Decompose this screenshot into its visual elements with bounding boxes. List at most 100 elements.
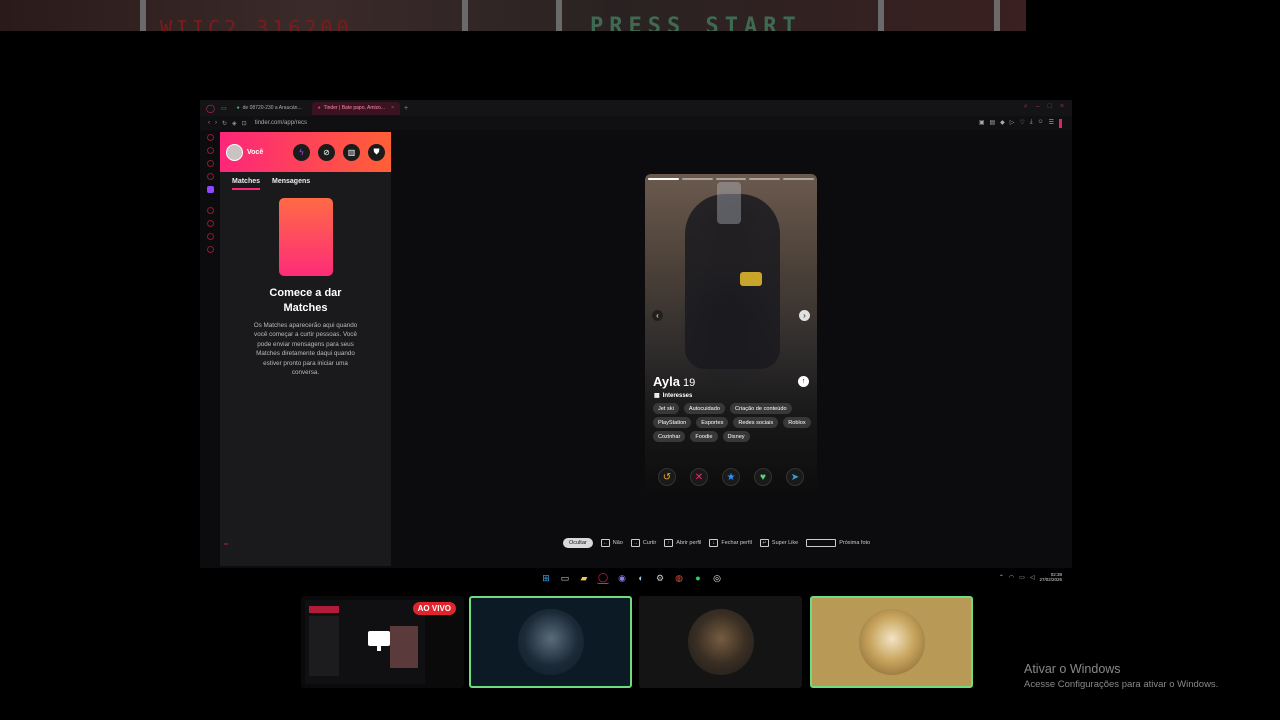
sidebar-settings-icon[interactable]: [206, 246, 214, 253]
menu-icon[interactable]: ☰: [1049, 119, 1054, 128]
photo-cup: [717, 182, 741, 224]
profile-name-row: Ayla 19: [653, 373, 695, 391]
spotify-icon[interactable]: ●: [692, 572, 704, 584]
photo-shirt-logo: [740, 272, 762, 286]
swipe-actions: ↺ ✕ ★ ♥ ➤: [645, 468, 817, 486]
file-explorer-icon[interactable]: ▰: [578, 572, 590, 584]
tab-matches[interactable]: Matches: [232, 178, 261, 190]
tab-tinder[interactable]: ● Tinder | Bate papo, Amizo... ×: [311, 101, 400, 115]
sidebar-home-icon[interactable]: [206, 134, 214, 141]
interest-chip: Foodie: [690, 431, 718, 442]
adblock-icon[interactable]: ◆: [1000, 119, 1005, 128]
heart-icon[interactable]: ♡: [1019, 119, 1024, 128]
close-tab-icon[interactable]: ×: [391, 105, 394, 111]
next-photo-icon[interactable]: ›: [799, 310, 810, 321]
battery-icon[interactable]: ▭: [1019, 574, 1025, 581]
photo-progress-segment[interactable]: [749, 178, 781, 180]
clock[interactable]: 02:38 27/02/2026: [1039, 572, 1062, 582]
sidebar-tabs: Matches Mensagens: [220, 172, 391, 190]
avatar[interactable]: [226, 143, 243, 161]
photo-progress-segment[interactable]: [648, 178, 679, 180]
super-like-button[interactable]: ★: [722, 468, 740, 486]
interest-chip: Redes sociais: [733, 417, 779, 428]
volume-icon[interactable]: ◁: [1030, 574, 1035, 581]
match-placeholder-card: [278, 198, 333, 276]
opera-logo-icon[interactable]: ◯: [206, 104, 215, 113]
sidebar-clock-icon[interactable]: [206, 220, 214, 227]
like-button[interactable]: ♥: [754, 468, 772, 486]
new-tab-button[interactable]: +: [404, 105, 408, 112]
settings-icon[interactable]: ⚙: [654, 572, 666, 584]
sidebar-bookmark-icon[interactable]: [206, 233, 214, 240]
obs-icon[interactable]: ◎: [711, 572, 723, 584]
photo-progress-bar: [648, 178, 814, 180]
download-icon[interactable]: ⤓: [1030, 119, 1033, 128]
back-icon[interactable]: ‹: [208, 120, 210, 126]
profile-card[interactable]: ‹ › Ayla 19 ↑ ▦ Interesses Jet ski Autocu…: [645, 174, 817, 492]
reload-icon[interactable]: ↻: [222, 120, 227, 127]
minimize-icon[interactable]: –: [1036, 103, 1040, 111]
chevron-up-icon[interactable]: ⌃: [999, 574, 1004, 581]
location-pin-icon: ●: [236, 105, 240, 111]
open-profile-icon[interactable]: ↑: [798, 376, 809, 387]
stream-tile-screen[interactable]: AO VIVO: [301, 596, 464, 688]
windows-start-icon[interactable]: ⊞: [540, 572, 552, 584]
profile-label[interactable]: Você: [247, 149, 263, 156]
opera-gx-icon[interactable]: ◯: [597, 572, 609, 584]
hint-like: → Curtir: [630, 539, 656, 547]
briefcase-icon[interactable]: ▥: [343, 143, 360, 161]
screen-share-preview: [305, 600, 425, 684]
tab-maps[interactable]: ● de 08720-230 a Araucán...: [231, 102, 308, 115]
sidebar-messenger-icon[interactable]: [206, 147, 214, 154]
divider: [556, 0, 562, 31]
nope-button[interactable]: ✕: [690, 468, 708, 486]
sidebar-twitch-icon[interactable]: [206, 186, 214, 193]
sidebar-history-icon[interactable]: [206, 207, 214, 214]
discord-icon[interactable]: ◉: [616, 572, 628, 584]
photo-progress-segment[interactable]: [783, 178, 814, 180]
profile-icon[interactable]: ☺: [1037, 119, 1043, 128]
chrome-icon[interactable]: ◍: [673, 572, 685, 584]
shield-icon[interactable]: ◈: [232, 120, 237, 127]
stream-tile-user[interactable]: [469, 596, 632, 688]
shield-icon[interactable]: ⛊: [368, 143, 385, 161]
search-tabs-icon[interactable]: ⌕: [1024, 103, 1028, 111]
extension-icon[interactable]: ▤: [990, 119, 996, 128]
previous-photo-icon[interactable]: ‹: [652, 310, 663, 321]
photo-progress-segment[interactable]: [681, 178, 713, 180]
stream-tile-user[interactable]: [639, 596, 802, 688]
tab-list-icon[interactable]: ▭: [221, 105, 227, 112]
photo-progress-segment[interactable]: [715, 178, 747, 180]
stream-tile-user[interactable]: [810, 596, 973, 688]
hide-hints-button[interactable]: Ocultar: [563, 538, 593, 548]
close-icon[interactable]: ×: [1060, 103, 1064, 111]
profile-age: 19: [682, 377, 696, 389]
steam-icon[interactable]: ◐: [635, 572, 647, 584]
preview-sidebar: [309, 616, 339, 676]
play-icon[interactable]: ▷: [1010, 119, 1015, 128]
empty-state-title: Comece a dar Matches: [269, 287, 342, 314]
boost-button[interactable]: ➤: [786, 468, 804, 486]
watermark-title: Ativar o Windows: [1024, 662, 1121, 676]
url-field[interactable]: tinder.com/app/recs: [255, 120, 307, 126]
tab-messages[interactable]: Mensagens: [272, 178, 310, 190]
bolt-icon[interactable]: ϟ: [293, 143, 310, 161]
snapshot-icon[interactable]: ▣: [979, 119, 985, 128]
hint-label: Próxima foto: [839, 540, 871, 546]
wifi-icon[interactable]: ◠: [1009, 574, 1014, 581]
tinder-flame-icon: ●: [317, 105, 321, 111]
sidebar-player-icon[interactable]: [206, 173, 214, 180]
interest-chip: Autocuidado: [683, 403, 725, 414]
sidebar-whatsapp-icon[interactable]: [206, 160, 214, 167]
user-avatar: [517, 609, 584, 675]
explore-icon[interactable]: ⊘: [318, 143, 335, 161]
forward-icon[interactable]: ›: [215, 120, 217, 126]
interest-chip: Jet ski: [653, 403, 679, 414]
task-view-icon[interactable]: ▭: [559, 572, 571, 584]
sidebar-footer-icon[interactable]: ═: [224, 542, 228, 548]
grid-icon: ▦: [654, 393, 660, 399]
lock-icon[interactable]: ⊡: [242, 120, 247, 127]
rewind-button[interactable]: ↺: [658, 468, 676, 486]
maximize-icon[interactable]: □: [1048, 103, 1052, 111]
interest-chip: Roblox: [783, 417, 811, 428]
